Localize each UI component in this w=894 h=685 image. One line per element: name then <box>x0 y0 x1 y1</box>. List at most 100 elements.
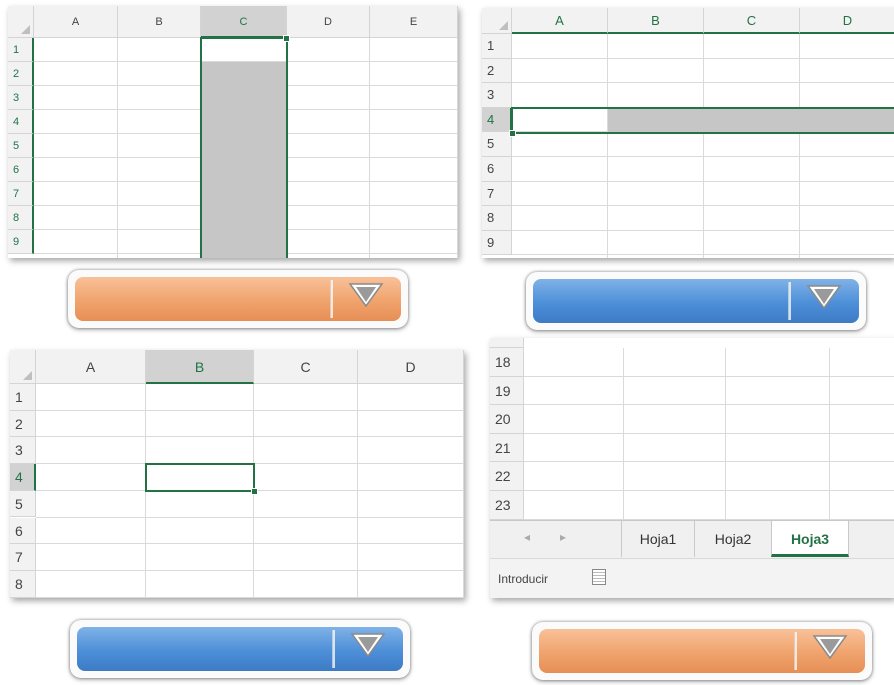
row-header-7[interactable]: 7 <box>8 182 34 206</box>
gridline <box>36 516 464 518</box>
dropdown-blue-top-right[interactable] <box>526 272 866 330</box>
column-header-d[interactable]: D <box>358 350 464 384</box>
row-header-18[interactable]: 18 <box>490 348 524 377</box>
column-header-e[interactable]: E <box>370 6 458 38</box>
row-header-21[interactable]: 21 <box>490 433 524 463</box>
row-header-1[interactable]: 1 <box>10 384 36 411</box>
row-header-3[interactable]: 3 <box>8 86 34 110</box>
gridline <box>117 38 118 258</box>
select-all-corner[interactable] <box>482 8 512 34</box>
row-header-3[interactable]: 3 <box>482 83 512 108</box>
column-header-d[interactable]: D <box>800 8 894 34</box>
row-header-6[interactable]: 6 <box>8 158 34 182</box>
gridline <box>524 432 894 434</box>
gridline <box>607 34 608 258</box>
gridline <box>799 34 800 258</box>
selection-border[interactable] <box>200 37 288 258</box>
row-header-20[interactable]: 20 <box>490 405 524 434</box>
dropdown-separator <box>794 632 797 670</box>
fill-handle[interactable] <box>251 488 258 496</box>
gridline <box>829 348 830 520</box>
tab-hoja3[interactable]: Hoja3 <box>771 521 849 557</box>
gridline <box>725 348 726 520</box>
select-all-corner[interactable] <box>10 350 36 384</box>
tab-hoja2[interactable]: Hoja2 <box>694 521 771 557</box>
status-mode-label: Introducir <box>498 572 549 586</box>
gridline <box>463 384 464 598</box>
column-header-b[interactable]: B <box>146 350 254 384</box>
active-cell[interactable] <box>145 463 255 493</box>
chevron-down-icon[interactable] <box>806 284 842 310</box>
fill-handle[interactable] <box>283 35 290 42</box>
dropdown-separator <box>332 630 335 668</box>
dropdown-orange-bottom-right[interactable] <box>532 622 872 680</box>
dropdown-blue-bottom-left[interactable] <box>70 620 410 678</box>
selection-border[interactable] <box>511 106 894 134</box>
row-header-4[interactable]: 4 <box>482 107 512 133</box>
status-bar: Introducir <box>490 558 894 598</box>
row-header-19[interactable]: 19 <box>490 376 524 406</box>
spreadsheet-cell-select: ABCD 12345678 <box>10 350 464 598</box>
column-header-c[interactable]: C <box>201 6 287 38</box>
chevron-down-icon[interactable] <box>350 632 386 658</box>
spreadsheet-column-select: ABCDE 123456789 <box>8 6 458 258</box>
row-header-22[interactable]: 22 <box>490 462 524 491</box>
row-header-partial <box>490 338 524 348</box>
macro-record-icon[interactable] <box>592 569 606 585</box>
column-header-a[interactable]: A <box>34 6 118 38</box>
row-header-7[interactable]: 7 <box>10 544 36 571</box>
row-header-23[interactable]: 23 <box>490 491 524 520</box>
gridline <box>623 348 624 520</box>
row-header-7[interactable]: 7 <box>482 181 512 207</box>
tab-hoja1[interactable]: Hoja1 <box>621 521 694 557</box>
row-header-2[interactable]: 2 <box>10 410 36 438</box>
row-header-2[interactable]: 2 <box>8 62 34 86</box>
row-header-3[interactable]: 3 <box>10 437 36 465</box>
gridline <box>369 38 370 258</box>
column-header-d[interactable]: D <box>287 6 370 38</box>
row-header-6[interactable]: 6 <box>482 157 512 182</box>
row-header-6[interactable]: 6 <box>10 517 36 545</box>
gridline <box>524 461 894 463</box>
spreadsheet-sheet-tabs: 18 19 20 21 22 23 ◂ ▸ Hoja1 Hoja2 Hoja3 Intro… <box>490 338 894 598</box>
gridline <box>524 404 894 406</box>
row-header-9[interactable]: 9 <box>482 230 512 256</box>
row-header-4[interactable]: 4 <box>8 110 34 134</box>
dropdown-orange-top-left[interactable] <box>68 270 408 328</box>
gridline <box>457 38 458 258</box>
select-all-corner[interactable] <box>8 6 34 38</box>
gridline <box>36 409 464 411</box>
gridline <box>36 543 464 545</box>
row-header-8[interactable]: 8 <box>8 206 34 230</box>
gridline <box>524 490 894 491</box>
column-header-c[interactable]: C <box>704 8 800 34</box>
column-header-c[interactable]: C <box>254 350 358 384</box>
column-header-a[interactable]: A <box>36 350 146 384</box>
row-header-8[interactable]: 8 <box>10 570 36 598</box>
row-header-1[interactable]: 1 <box>8 38 34 62</box>
column-header-a[interactable]: A <box>512 8 608 34</box>
row-header-1[interactable]: 1 <box>482 34 512 59</box>
scroll-left-icon[interactable]: ◂ <box>524 530 530 544</box>
gridline <box>703 34 704 258</box>
dropdown-separator <box>330 280 333 318</box>
gridline <box>36 436 464 438</box>
row-header-8[interactable]: 8 <box>482 206 512 231</box>
row-header-4[interactable]: 4 <box>10 464 36 491</box>
gridline <box>36 569 464 571</box>
chevron-down-icon[interactable] <box>812 634 848 660</box>
spreadsheet-row-select: ABCD 123456789 <box>482 8 894 258</box>
row-header-5[interactable]: 5 <box>8 134 34 158</box>
chevron-down-icon[interactable] <box>348 282 384 308</box>
row-header-9[interactable]: 9 <box>8 230 34 254</box>
scroll-right-icon[interactable]: ▸ <box>560 530 566 544</box>
row-header-5[interactable]: 5 <box>482 132 512 157</box>
row-header-2[interactable]: 2 <box>482 58 512 84</box>
dropdown-separator <box>788 282 791 320</box>
column-header-b[interactable]: B <box>608 8 704 34</box>
row-header-5[interactable]: 5 <box>10 490 36 518</box>
gridline <box>36 596 464 598</box>
column-header-b[interactable]: B <box>118 6 201 38</box>
sheet-tab-bar: ◂ ▸ Hoja1 Hoja2 Hoja3 <box>490 520 894 559</box>
fill-handle[interactable] <box>509 129 516 137</box>
